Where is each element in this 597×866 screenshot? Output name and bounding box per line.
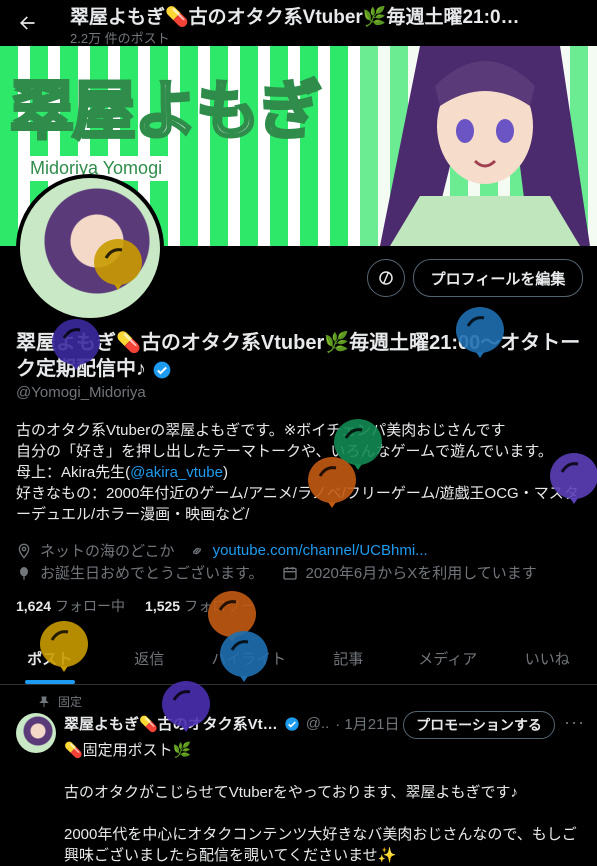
header-title: 翠屋よもぎ💊古のオタク系Vtuber🌿毎週土曜21:0… <box>70 2 590 29</box>
joined-text: 2020年6月からXを利用しています <box>306 562 537 583</box>
back-button[interactable] <box>10 6 44 40</box>
meta-row-1: ネットの海のどこか youtube.com/channel/UCBhmi... <box>16 540 428 561</box>
promote-button[interactable]: プロモーションする <box>403 711 555 739</box>
pinned-label: 固定 <box>58 693 82 710</box>
pin-icon <box>38 696 50 708</box>
post-paragraph-2: 2000年代を中心にオタクコンテンツ大好きなバ美肉おじさんなので、もしご興味ござ… <box>64 824 589 866</box>
banner-logo: 翠屋よもぎ <box>10 60 320 152</box>
post-count: 2.2万 件のポスト <box>70 28 170 47</box>
profile-bio: 古のオタク系Vtuberの翠屋よもぎです。※ボイチェンパ美肉おじさんです 自分の… <box>16 420 586 525</box>
calendar-icon <box>282 565 298 581</box>
following-count: 1,624 <box>16 598 51 614</box>
post-date[interactable]: · 1月21日 <box>335 713 399 734</box>
balloon-icon <box>92 238 144 298</box>
post-body: 💊固定用ポスト🌿 古のオタクがこじらせてVtuberをやっております、翠屋よもぎ… <box>64 740 589 866</box>
bio-mother-close: ) <box>223 464 228 481</box>
meta-row-2: お誕生日おめでとうございます。 2020年6月からXを利用しています <box>16 562 537 583</box>
website-link[interactable]: youtube.com/channel/UCBhmi... <box>213 542 428 559</box>
tab-likes[interactable]: いいね <box>498 632 597 684</box>
balloon-icon <box>160 680 212 740</box>
bio-line-2: 自分の「好き」を押し出したテーマトークや、いろんなゲームで遊んでいます。 <box>16 441 586 462</box>
verified-badge-icon <box>152 360 172 380</box>
bio-line-3: 母上：Akira先生(@akira_vtube) <box>16 462 586 483</box>
location-pin-icon <box>16 543 32 559</box>
link-icon <box>189 543 205 559</box>
balloon-icon <box>38 620 90 680</box>
character-illustration <box>360 46 597 246</box>
arrow-left-icon <box>17 13 37 33</box>
verified-badge-icon <box>284 716 300 732</box>
post-title: 💊固定用ポスト🌿 <box>64 740 589 761</box>
followers-count: 1,525 <box>145 598 180 614</box>
circle-slash-icon <box>377 269 395 287</box>
balloon-icon <box>16 565 32 581</box>
mention-link[interactable]: @akira_vtube <box>130 464 223 481</box>
balloon-icon <box>218 630 270 690</box>
profile-handle: @Yomogi_Midoriya <box>16 384 146 401</box>
balloon-icon <box>306 456 358 516</box>
post-avatar[interactable] <box>16 713 56 753</box>
more-options-icon[interactable]: ··· <box>564 712 585 733</box>
following-link[interactable]: 1,624フォロー中 <box>16 596 125 616</box>
birthday-text: お誕生日おめでとうございます。 <box>40 562 264 583</box>
location-text: ネットの海のどこか <box>40 540 175 561</box>
tab-media[interactable]: メディア <box>398 632 498 684</box>
bio-line-4: 好きなもの：2000年付近のゲーム/アニメ/ラノベ/フリーゲーム/遊戯王OCG・… <box>16 483 586 525</box>
following-label: フォロー中 <box>55 598 125 614</box>
bio-line-1: 古のオタク系Vtuberの翠屋よもぎです。※ボイチェンパ美肉おじさんです <box>16 420 586 441</box>
balloon-icon <box>454 306 506 366</box>
post-handle[interactable]: @.. <box>306 715 330 732</box>
bio-mother-label: 母上：Akira先生( <box>16 464 130 481</box>
edit-profile-button[interactable]: プロフィールを編集 <box>413 259 583 297</box>
switch-button[interactable] <box>367 259 405 297</box>
tab-replies[interactable]: 返信 <box>100 632 200 684</box>
post-paragraph-1: 古のオタクがこじらせてVtuberをやっております、翠屋よもぎです♪ <box>64 782 589 803</box>
balloon-icon <box>548 452 597 512</box>
post-header: 翠屋よもぎ💊古のオタク系Vt… @.. · 1月21日 <box>64 713 399 734</box>
tab-articles[interactable]: 記事 <box>299 632 399 684</box>
top-bar: 翠屋よもぎ💊古のオタク系Vtuber🌿毎週土曜21:0… 2.2万 件のポスト <box>0 0 597 46</box>
balloon-icon <box>50 318 102 378</box>
pinned-indicator: 固定 <box>38 693 82 710</box>
